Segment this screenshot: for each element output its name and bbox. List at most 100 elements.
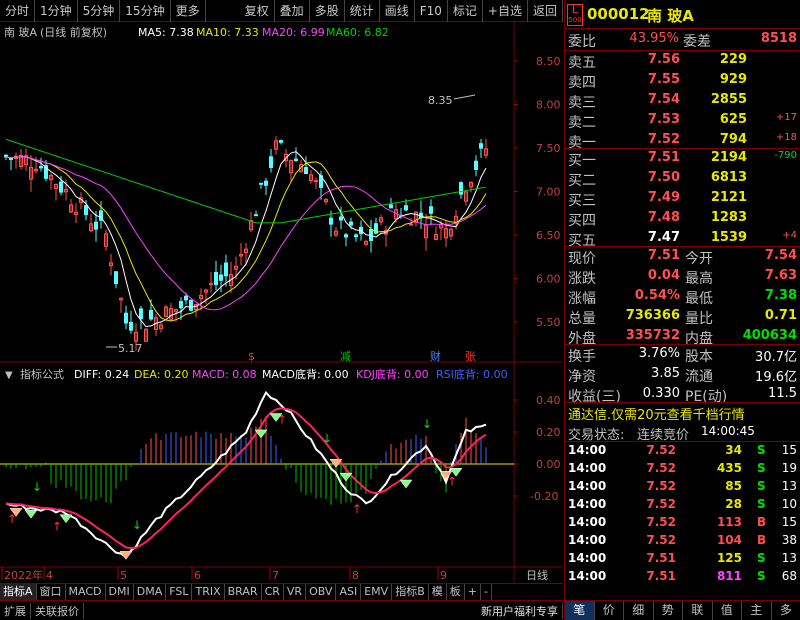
indicator-tab-11[interactable]: ASI xyxy=(336,584,362,600)
sub-legend-diff: DIFF: 0.24 xyxy=(74,368,129,381)
stat-label: 净资 xyxy=(568,369,596,385)
ask-label: 卖二 xyxy=(568,115,596,131)
price-axis-label: 7.00 xyxy=(536,186,561,199)
indicator-tab-10[interactable]: OBV xyxy=(306,584,337,600)
quote-tab-6[interactable]: 主 xyxy=(742,601,772,620)
tick-time: 14:00 xyxy=(568,533,607,547)
event-tag-tag_zhang[interactable]: 张 xyxy=(465,350,476,363)
bid-price: 7.51 xyxy=(647,150,680,165)
toolbar-button-5[interactable]: F10 xyxy=(415,0,448,22)
ask-volume: 229 xyxy=(719,52,747,67)
period-tab-4[interactable]: 更多 xyxy=(171,0,206,22)
related-quote-button[interactable]: 关联报价 xyxy=(31,602,84,619)
indicator-tab-1[interactable]: 窗口 xyxy=(37,584,66,600)
candle-body xyxy=(139,308,143,320)
event-tag-tag_s[interactable]: $ xyxy=(248,350,255,363)
candle-body xyxy=(114,271,118,285)
stock-code: 000012 xyxy=(587,5,650,23)
indicator-tab-14[interactable]: 模 xyxy=(429,584,447,600)
indicator-tab-16[interactable]: + xyxy=(465,584,481,600)
indicator-tab-4[interactable]: DMA xyxy=(134,584,167,600)
sell-arrow-icon: ↓ xyxy=(132,518,142,532)
indicator-tab-6[interactable]: TRIX xyxy=(192,584,225,600)
ask-change: +17 xyxy=(775,112,797,123)
toolbar-button-7[interactable]: +自选 xyxy=(483,0,528,22)
buy-arrow-icon: ↑ xyxy=(352,502,362,516)
expand-button[interactable]: 扩展 xyxy=(0,602,31,619)
quote-tab-4[interactable]: 联 xyxy=(683,601,713,620)
quote-tab-3[interactable]: 势 xyxy=(654,601,683,620)
tick-side: S xyxy=(757,461,766,475)
indicator-tab-5[interactable]: FSL xyxy=(166,584,193,600)
time-axis-label: 4 xyxy=(46,569,53,582)
candle-body xyxy=(279,140,283,143)
indicator-tab-12[interactable]: EMV xyxy=(361,584,393,600)
diff-line xyxy=(5,390,487,559)
indicator-tabs: 指标A 窗口 MACD DMI DMA FSL TRIX BRAR CR VR OBV ASI EMV 指… xyxy=(0,583,563,600)
legend-mode: (日线 前复权) xyxy=(40,25,107,39)
toolbar-button-6[interactable]: 标记 xyxy=(448,0,483,22)
toolbar-button-2[interactable]: 多股 xyxy=(310,0,345,22)
candle-body xyxy=(184,295,188,301)
quote-tab-0[interactable]: 笔 xyxy=(565,601,595,620)
tick-price: 7.52 xyxy=(646,461,676,475)
candle-body xyxy=(389,204,393,209)
quote-tab-2[interactable]: 细 xyxy=(624,601,654,620)
toolbar-button-0[interactable]: 复权 xyxy=(240,0,275,22)
stat-value: 0.54% xyxy=(634,288,680,303)
signal-diamond-icon xyxy=(329,459,343,468)
quote-tab-7[interactable]: 多 xyxy=(772,601,800,620)
stat-label: 外盘 xyxy=(568,331,596,347)
quote-tab-5[interactable]: 值 xyxy=(713,601,742,620)
period-tab-0[interactable]: 分时 xyxy=(0,0,36,22)
stat-value: 7.38 xyxy=(764,288,797,303)
candle-body xyxy=(404,205,408,211)
kline-chart[interactable]: 8.50 8.00 7.50 7.00 6.50 6.00 5.50 南 玻A (日线 前复权)… xyxy=(0,22,563,598)
indicator-tab-17[interactable]: - xyxy=(481,584,492,600)
indicator-tab-0[interactable]: 指标A xyxy=(0,584,37,600)
candle-body xyxy=(339,216,343,221)
candle-body xyxy=(304,167,308,175)
tick-side: S xyxy=(757,551,766,565)
event-tag-tag_cai[interactable]: 财 xyxy=(430,349,441,363)
dea-line xyxy=(5,407,487,550)
event-tag-tag_jian[interactable]: 减 xyxy=(340,350,351,363)
candle-body xyxy=(294,158,298,162)
period-tab-2[interactable]: 5分钟 xyxy=(78,0,121,22)
indicator-tab-7[interactable]: BRAR xyxy=(225,584,262,600)
bid-volume: 1283 xyxy=(710,210,747,225)
indicator-tab-9[interactable]: VR xyxy=(284,584,307,600)
ask-volume: 794 xyxy=(719,132,747,147)
promo-banner[interactable]: 通达信.仅需20元查看千档行情 xyxy=(568,404,745,423)
candle-body xyxy=(329,217,333,225)
ma20-line xyxy=(5,156,487,311)
quote-tab-1[interactable]: 价 xyxy=(595,601,624,620)
legend-name: 南 玻A xyxy=(4,26,37,39)
candle-body xyxy=(219,274,223,281)
bid-price: 7.49 xyxy=(647,190,680,205)
indicator-tab-8[interactable]: CR xyxy=(262,584,284,600)
sub-legend-dea: DEA: 0.20 xyxy=(134,368,188,381)
toolbar-button-4[interactable]: 画线 xyxy=(380,0,415,22)
sub-axis-label: 0.20 xyxy=(536,426,561,439)
divider xyxy=(565,246,800,247)
period-label[interactable]: 日线 xyxy=(526,568,548,582)
indicator-tab-3[interactable]: DMI xyxy=(106,584,134,600)
indicator-tab-13[interactable]: 指标B xyxy=(392,584,429,600)
indicator-tab-2[interactable]: MACD xyxy=(66,584,106,600)
period-tab-3[interactable]: 15分钟 xyxy=(120,0,171,22)
toolbar-button-8[interactable]: 返回 xyxy=(528,0,563,22)
toolbar-button-3[interactable]: 统计 xyxy=(345,0,380,22)
toolbar-button-1[interactable]: 叠加 xyxy=(275,0,310,22)
candle-body xyxy=(124,312,128,324)
tick-volume: 435 xyxy=(716,461,742,475)
signal-diamond-icon xyxy=(399,479,413,489)
tick-count: 10 xyxy=(781,497,797,511)
ask-volume: 625 xyxy=(719,112,747,127)
indicator-tab-15[interactable]: 板 xyxy=(447,584,465,600)
collapse-icon[interactable]: ▼ xyxy=(5,370,13,381)
stat-label: 涨幅 xyxy=(568,291,596,307)
new-user-promo-link[interactable]: 新用户福利专享 xyxy=(477,602,563,619)
time-axis-label: 9 xyxy=(440,569,447,582)
period-tab-1[interactable]: 1分钟 xyxy=(35,0,78,22)
